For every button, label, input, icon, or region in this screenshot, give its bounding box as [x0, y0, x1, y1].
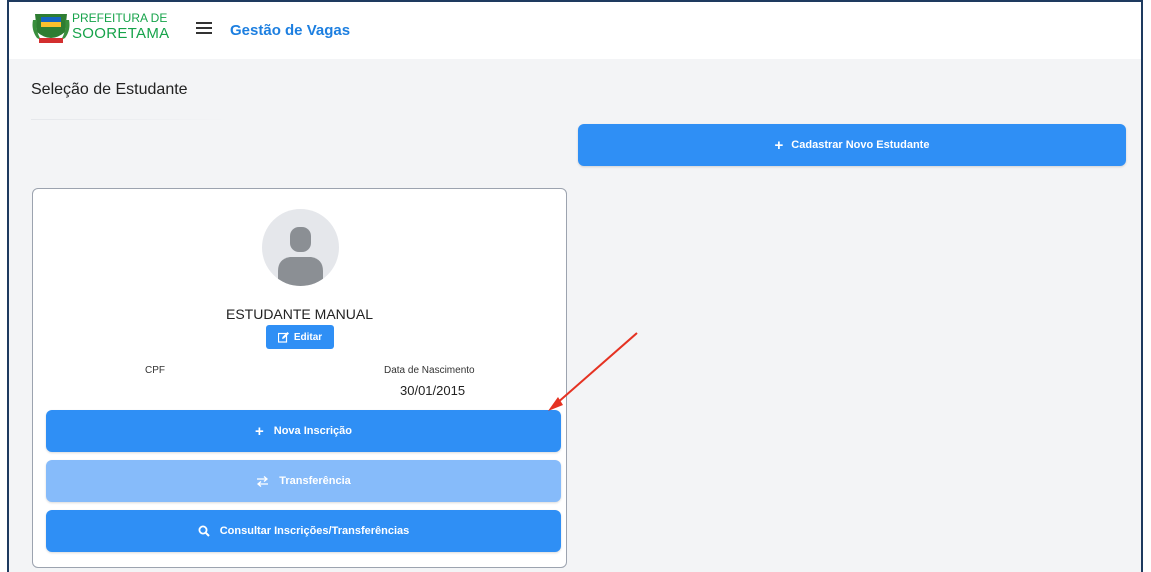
transfer-button[interactable]: Transferência: [46, 460, 561, 502]
municipal-crest-logo: [32, 14, 70, 43]
new-enrollment-label: Nova Inscrição: [273, 425, 353, 437]
birth-date-label: Data de Nascimento: [384, 365, 475, 376]
title-divider: [31, 119, 231, 120]
hamburger-menu-icon[interactable]: [196, 22, 212, 36]
logo-line-1: PREFEITURA DE: [72, 11, 168, 25]
search-icon: [198, 525, 210, 537]
app-title: Gestão de Vagas: [230, 22, 351, 39]
student-name: ESTUDANTE MANUAL: [225, 306, 374, 322]
logo-text: PREFEITURA DE SOORETAMA: [72, 12, 169, 41]
cpf-label: CPF: [145, 365, 165, 376]
app-frame: PREFEITURA DE SOORETAMA Gestão de Vagas …: [7, 0, 1143, 572]
user-silhouette-icon: [278, 227, 323, 286]
consult-label: Consultar Inscrições/Transferências: [219, 525, 410, 537]
new-student-button-label: Cadastrar Novo Estudante: [791, 139, 930, 151]
new-student-button[interactable]: + Cadastrar Novo Estudante: [578, 124, 1126, 166]
plus-icon: +: [774, 136, 784, 154]
page-title: Seleção de Estudante: [31, 81, 188, 98]
birth-date-value: 30/01/2015: [400, 383, 466, 398]
new-enrollment-button[interactable]: + Nova Inscrição: [46, 410, 561, 452]
consult-button[interactable]: Consultar Inscrições/Transferências: [46, 510, 561, 552]
transfer-label: Transferência: [279, 475, 351, 487]
plus-icon: +: [254, 422, 264, 440]
top-header: PREFEITURA DE SOORETAMA Gestão de Vagas: [9, 2, 1141, 59]
logo-line-2: SOORETAMA: [72, 25, 170, 42]
edit-button-label: Editar: [293, 331, 323, 343]
edit-icon: [277, 331, 289, 343]
swap-arrows-icon: [257, 475, 269, 487]
student-card: ESTUDANTE MANUAL Editar CPF Data de Nasc…: [32, 188, 567, 568]
avatar: [262, 209, 339, 286]
edit-button[interactable]: Editar: [266, 325, 334, 349]
